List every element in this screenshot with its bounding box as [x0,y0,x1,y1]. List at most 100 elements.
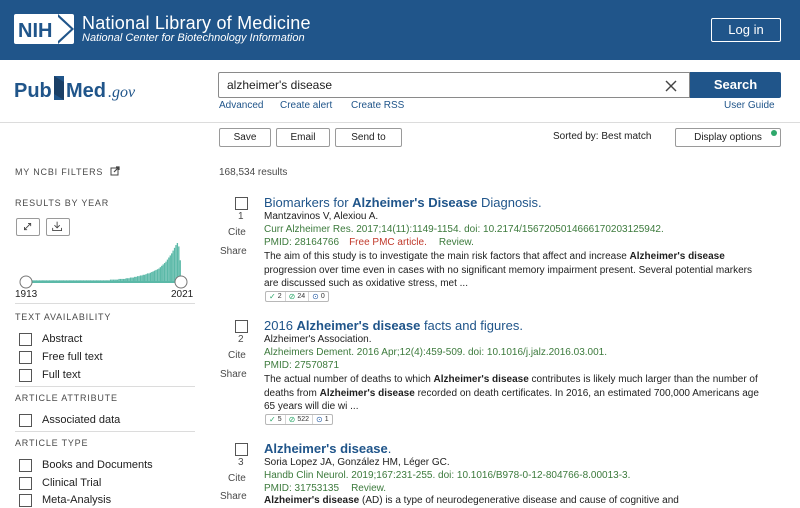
pubmed-logo[interactable]: Pub Med .gov [14,72,164,106]
share-button[interactable]: Share [220,491,247,502]
histogram-bar [139,275,142,281]
histogram-bar [112,279,115,281]
expand-chart-button[interactable] [16,218,40,236]
books-documents-checkbox[interactable] [19,459,32,472]
download-chart-button[interactable] [46,218,70,236]
histogram-bar [104,280,106,281]
result-snippet: The aim of this study is to investigate … [264,251,752,289]
svg-text:Med: Med [66,80,106,102]
result-citation: Alzheimers Dement. 2016 Apr;12(4):459-50… [264,347,607,358]
result-checkbox[interactable] [235,197,248,210]
year-end-label: 2021 [171,289,194,300]
cite-button[interactable]: Cite [228,473,246,484]
share-button[interactable]: Share [220,369,247,380]
histogram-bar [152,271,154,281]
clear-search-icon[interactable] [662,77,680,95]
histogram-bar [101,280,103,281]
result-checkbox[interactable] [235,320,248,333]
cited-by-icon: ✓ [269,292,276,301]
result-title-link[interactable]: 2016 Alzheimer's disease facts and figur… [264,318,523,333]
histogram-bar [108,280,110,281]
email-button[interactable]: Email [276,128,330,147]
cite-button[interactable]: Cite [228,227,246,238]
result-title-link[interactable]: Biomarkers for Alzheimer's Disease Diagn… [264,195,542,210]
result-authors: Soria Lopez JA, González HM, Léger GC. [264,457,450,468]
free-full-text-filter-label[interactable]: Free full text [42,351,103,363]
histogram-bar [45,280,48,281]
altmetric-badges[interactable]: ✓ 5 ⊘ 522 ⊙ 1 [265,414,333,425]
clinical-trial-checkbox[interactable] [19,477,32,490]
associated-data-filter-label[interactable]: Associated data [42,414,120,426]
books-documents-filter-label[interactable]: Books and Documents [42,459,153,471]
abstract-checkbox[interactable] [19,333,32,346]
nlm-title[interactable]: National Library of Medicine [82,13,311,34]
histogram-bar [138,276,140,281]
results-by-year-histogram[interactable] [15,240,190,290]
histogram-bar [141,275,143,281]
meta-analysis-filter-label[interactable]: Meta-Analysis [42,494,111,506]
histogram-bar [99,280,102,281]
create-alert-link[interactable]: Create alert [280,100,332,111]
user-guide-link[interactable]: User Guide [724,100,775,111]
sort-label[interactable]: Sorted by: Best match [553,131,651,142]
histogram-bar [67,280,69,281]
full-text-checkbox[interactable] [19,369,32,382]
sidebar-divider [15,386,195,387]
histogram-bar [80,280,82,281]
cite-button[interactable]: Cite [228,350,246,361]
histogram-bar [121,278,123,281]
cited-by-icon: ✓ [269,415,276,424]
share-button[interactable]: Share [220,246,247,257]
free-full-text-checkbox[interactable] [19,351,32,364]
svg-text:.gov: .gov [108,84,136,101]
result-pmid: PMID: 28164766 Free PMC article. Review. [264,237,474,248]
histogram-bar [153,270,156,281]
search-button[interactable]: Search [690,72,781,98]
header-divider [0,122,800,123]
result-checkbox[interactable] [235,443,248,456]
histogram-bar [162,264,164,281]
review-badge: Review. [438,237,474,248]
histogram-bar [55,280,58,281]
display-options-button[interactable]: Display options [675,128,781,147]
result-title-link[interactable]: Alzheimer's disease. [264,441,391,456]
histogram-bar [75,280,78,281]
meta-analysis-checkbox[interactable] [19,494,32,507]
send-to-button[interactable]: Send to [335,128,402,147]
my-ncbi-filters-heading[interactable]: MY NCBI FILTERS [15,167,103,177]
histogram-bar [65,280,68,281]
result-number: 3 [238,457,244,468]
search-input[interactable] [218,72,690,98]
histogram-bar [145,274,147,281]
save-button[interactable]: Save [219,128,271,147]
histogram-bar [50,280,52,281]
create-rss-link[interactable]: Create RSS [351,100,404,111]
histogram-bar [118,278,120,281]
histogram-bar [148,273,150,281]
histogram-bar [97,280,99,281]
year-start-label: 1913 [15,289,38,300]
year-slider-end-handle[interactable] [174,275,188,289]
ncbi-subtitle[interactable]: National Center for Biotechnology Inform… [82,32,305,44]
login-button[interactable]: Log in [711,18,781,42]
year-slider-start-handle[interactable] [19,275,33,289]
histogram-bar [161,265,163,281]
external-link-icon[interactable] [110,166,120,176]
advanced-link[interactable]: Advanced [219,100,263,111]
result-pmid: PMID: 27570871 [264,360,340,371]
histogram-bar [95,280,97,281]
histogram-bar [135,276,137,281]
histogram-bar [78,280,80,281]
histogram-bar [54,280,56,281]
histogram-bar [107,280,109,281]
full-text-filter-label[interactable]: Full text [42,369,81,381]
histogram-bar [41,280,43,281]
histogram-bar [125,278,127,281]
altmetric-badges[interactable]: ✓ 2 ⊘ 24 ⊙ 0 [265,291,329,302]
histogram-bar [35,280,38,281]
abstract-filter-label[interactable]: Abstract [42,333,82,345]
associated-data-checkbox[interactable] [19,414,32,427]
clinical-trial-filter-label[interactable]: Clinical Trial [42,477,101,489]
result-citation: Curr Alzheimer Res. 2017;14(11):1149-115… [264,224,664,235]
nih-logo[interactable]: NIH [14,14,74,44]
